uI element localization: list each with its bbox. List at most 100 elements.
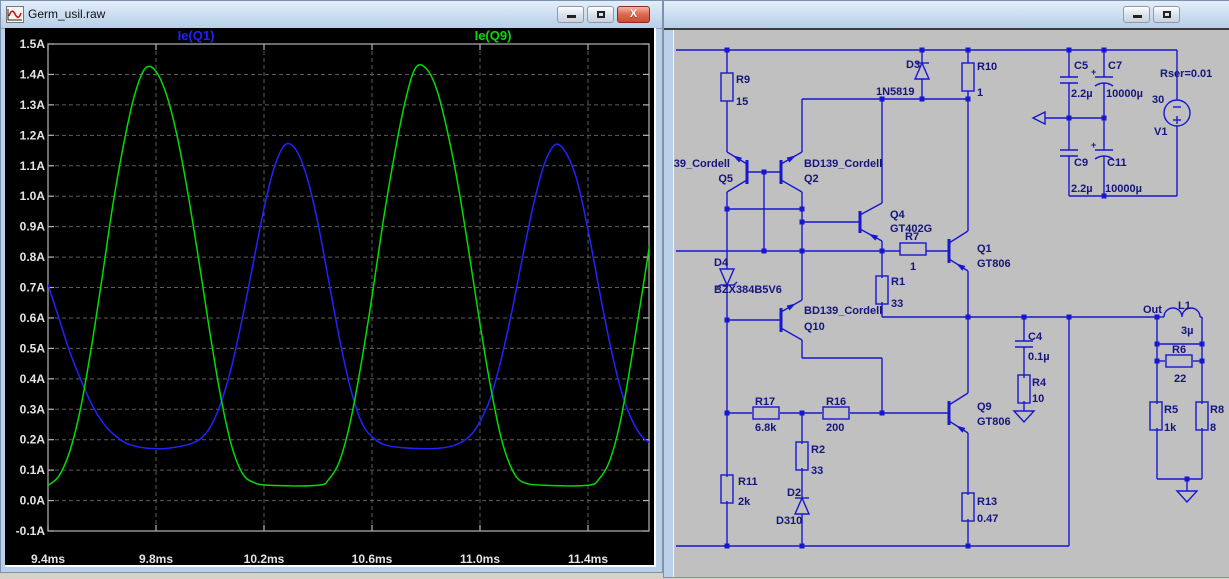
transistor-symbol[interactable] bbox=[858, 202, 883, 242]
label-Q1-ref[interactable]: Q1 bbox=[977, 243, 992, 255]
label-V1-ref[interactable]: V1 bbox=[1154, 126, 1167, 138]
transistor-symbol[interactable] bbox=[947, 230, 969, 272]
transistor-symbol[interactable] bbox=[779, 299, 803, 341]
label-D2-val[interactable]: D310 bbox=[776, 515, 802, 527]
resistor-symbol[interactable] bbox=[720, 72, 734, 102]
minimize-button[interactable] bbox=[557, 6, 584, 23]
resistor-symbol[interactable] bbox=[720, 474, 734, 504]
label-Q2-ref[interactable]: Q2 bbox=[804, 173, 819, 185]
label-R17-val[interactable]: 6.8k bbox=[755, 422, 777, 434]
label-R9-val[interactable]: 15 bbox=[736, 96, 748, 108]
label-C7-val[interactable]: 10000µ bbox=[1106, 88, 1143, 100]
label-Q5-ref[interactable]: Q5 bbox=[718, 173, 733, 185]
capacitor-symbol[interactable] bbox=[1060, 76, 1078, 84]
ground-symbol[interactable] bbox=[1175, 490, 1199, 504]
label-R5-val[interactable]: 1k bbox=[1164, 422, 1177, 434]
label-Q9-model[interactable]: GT806 bbox=[977, 416, 1011, 428]
schematic-titlebar[interactable] bbox=[664, 1, 1229, 29]
label-V1-val[interactable]: 30 bbox=[1152, 94, 1164, 106]
label-C5-val[interactable]: 2.2µ bbox=[1071, 88, 1093, 100]
trace-Ie(Q1)[interactable] bbox=[48, 142, 650, 450]
resistor-symbol[interactable] bbox=[1195, 401, 1209, 431]
label-Q1-model[interactable]: GT806 bbox=[977, 258, 1011, 270]
schematic-editor-area[interactable]: R9 15 D3 1N5819 R10 1 C5 2.2µ + C7 10000µ Rser=0.01… bbox=[673, 30, 1229, 577]
label-C4-val[interactable]: 0.1µ bbox=[1028, 351, 1050, 363]
label-R11-val[interactable]: 2k bbox=[738, 496, 751, 508]
label-R13-ref[interactable]: R13 bbox=[977, 496, 997, 508]
label-Q10-model[interactable]: BD139_Cordell bbox=[804, 305, 882, 317]
ground-symbol[interactable] bbox=[1012, 410, 1036, 424]
label-D2-ref[interactable]: D2 bbox=[787, 487, 801, 499]
label-V1-rser[interactable]: Rser=0.01 bbox=[1160, 68, 1212, 80]
label-Q5-model[interactable]: BD139_Cordell bbox=[674, 158, 730, 170]
label-D3-val[interactable]: 1N5819 bbox=[876, 86, 915, 98]
label-R16-val[interactable]: 200 bbox=[826, 422, 844, 434]
port-arrow-icon[interactable] bbox=[1031, 110, 1046, 126]
diode-symbol[interactable] bbox=[793, 496, 811, 515]
label-R2-val[interactable]: 33 bbox=[811, 465, 823, 477]
label-R1-val[interactable]: 33 bbox=[891, 298, 903, 310]
label-D4-val[interactable]: BZX384B5V6 bbox=[714, 284, 782, 296]
schematic-minimize-button[interactable] bbox=[1123, 6, 1150, 23]
label-R6-ref[interactable]: R6 bbox=[1172, 344, 1186, 356]
restore-button[interactable] bbox=[587, 6, 614, 23]
legend-trace-1[interactable]: Ie(Q9) bbox=[475, 28, 512, 43]
resistor-symbol[interactable] bbox=[875, 275, 889, 305]
label-R9-ref[interactable]: R9 bbox=[736, 74, 750, 86]
schematic-canvas[interactable]: R9 15 D3 1N5819 R10 1 C5 2.2µ + C7 10000µ Rser=0.01… bbox=[674, 30, 1229, 579]
label-R6-val[interactable]: 22 bbox=[1174, 373, 1186, 385]
label-R8-ref[interactable]: R8 bbox=[1210, 404, 1224, 416]
label-C5-ref[interactable]: C5 bbox=[1074, 60, 1088, 72]
label-Out-net[interactable]: Out bbox=[1143, 304, 1162, 316]
label-R7-val[interactable]: 1 bbox=[910, 261, 916, 273]
label-L1-val[interactable]: 3µ bbox=[1181, 325, 1193, 337]
label-R4-ref[interactable]: R4 bbox=[1032, 377, 1047, 389]
label-Q10-ref[interactable]: Q10 bbox=[804, 321, 825, 333]
resistor-symbol[interactable] bbox=[1149, 401, 1163, 431]
voltage-source-symbol[interactable] bbox=[1163, 99, 1191, 127]
label-Q2-model[interactable]: BD139_Cordell bbox=[804, 158, 882, 170]
label-R17-ref[interactable]: R17 bbox=[755, 396, 775, 408]
waveform-plot-area[interactable]: 1.5A 1.4A 1.3A 1.2A 1.1A 1.0A 0.9A 0.8A 0.7A 0.6A… bbox=[5, 28, 656, 567]
resistor-symbol[interactable] bbox=[822, 406, 850, 420]
transistor-symbol[interactable] bbox=[947, 392, 969, 434]
label-R13-val[interactable]: 0.47 bbox=[977, 513, 998, 525]
label-R1-ref[interactable]: R1 bbox=[891, 276, 905, 288]
label-R5-ref[interactable]: R5 bbox=[1164, 404, 1178, 416]
label-C7-ref[interactable]: C7 bbox=[1108, 60, 1122, 72]
waveform-canvas[interactable]: 1.5A 1.4A 1.3A 1.2A 1.1A 1.0A 0.9A 0.8A 0.7A 0.6A… bbox=[5, 28, 654, 565]
label-D4-ref[interactable]: D4 bbox=[714, 257, 729, 269]
label-C9-val[interactable]: 2.2µ bbox=[1071, 183, 1093, 195]
label-C7-plus[interactable]: + bbox=[1091, 67, 1096, 77]
trace-Ie(Q9)[interactable] bbox=[48, 64, 650, 487]
resistor-symbol[interactable] bbox=[795, 441, 809, 471]
close-button[interactable]: X bbox=[617, 6, 650, 23]
label-C9-ref[interactable]: C9 bbox=[1074, 157, 1088, 169]
resistor-symbol[interactable] bbox=[961, 62, 975, 92]
label-R8-val[interactable]: 8 bbox=[1210, 422, 1216, 434]
label-C4-ref[interactable]: C4 bbox=[1028, 331, 1043, 343]
schematic-maximize-button[interactable] bbox=[1153, 6, 1180, 23]
resistor-symbol[interactable] bbox=[899, 242, 927, 256]
resistor-symbol[interactable] bbox=[1165, 354, 1193, 368]
label-C11-val[interactable]: 10000µ bbox=[1105, 183, 1142, 195]
capacitor-symbol[interactable] bbox=[1060, 149, 1078, 157]
label-R7-ref[interactable]: R7 bbox=[905, 231, 919, 243]
label-R2-ref[interactable]: R2 bbox=[811, 444, 825, 456]
resistor-symbol[interactable] bbox=[752, 406, 780, 420]
label-R10-ref[interactable]: R10 bbox=[977, 61, 997, 73]
label-C11-plus[interactable]: + bbox=[1091, 140, 1096, 150]
label-R4-val[interactable]: 10 bbox=[1032, 393, 1044, 405]
resistor-symbol[interactable] bbox=[1017, 374, 1031, 404]
transistor-symbol[interactable] bbox=[779, 151, 803, 193]
transistor-symbol[interactable] bbox=[726, 151, 749, 193]
label-Q4-ref[interactable]: Q4 bbox=[890, 209, 906, 221]
legend-trace-0[interactable]: Ie(Q1) bbox=[178, 28, 215, 43]
label-C11-ref[interactable]: C11 bbox=[1107, 157, 1127, 169]
label-R16-ref[interactable]: R16 bbox=[826, 396, 846, 408]
label-Q9-ref[interactable]: Q9 bbox=[977, 401, 992, 413]
waveform-titlebar[interactable]: Germ_usil.raw X bbox=[1, 1, 662, 29]
label-R10-val[interactable]: 1 bbox=[977, 87, 983, 99]
label-L1-ref[interactable]: L1 bbox=[1178, 300, 1191, 312]
label-D3-ref[interactable]: D3 bbox=[906, 59, 920, 71]
